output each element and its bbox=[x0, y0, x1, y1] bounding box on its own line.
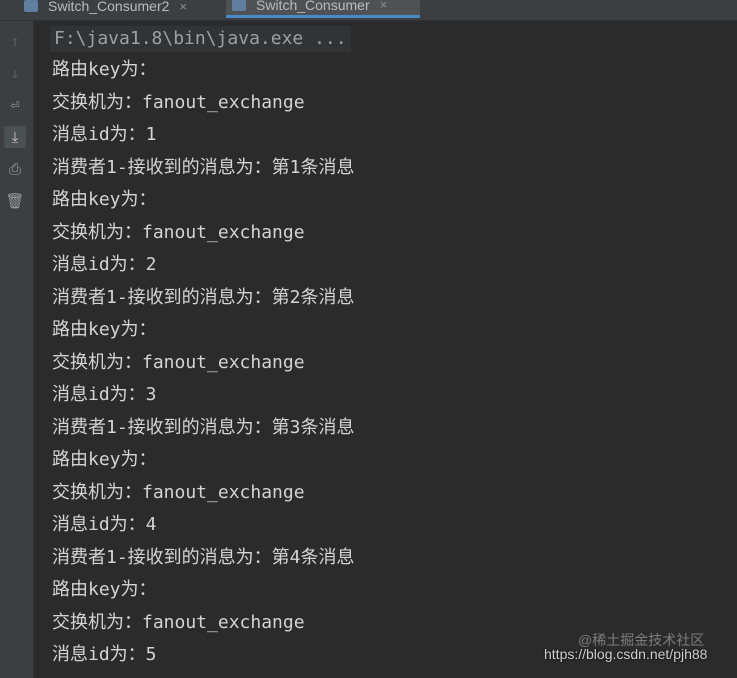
close-icon[interactable]: × bbox=[179, 0, 187, 14]
up-arrow-icon[interactable]: ↑ bbox=[4, 30, 26, 52]
console-output[interactable]: F:\java1.8\bin\java.exe ... 路由key为： 交换机为… bbox=[34, 21, 737, 678]
console-line: 消息id为：5 bbox=[52, 644, 157, 665]
console-line: 消费者1-接收到的消息为：第1条消息 bbox=[52, 157, 355, 178]
print-icon[interactable]: ⎙ bbox=[4, 158, 26, 180]
console-line: 交换机为：fanout_exchange bbox=[52, 482, 305, 503]
console-line: 消息id为：2 bbox=[52, 254, 157, 275]
trash-icon[interactable]: 🗑 bbox=[4, 190, 26, 212]
tab-label: Switch_Consumer2 bbox=[48, 0, 170, 14]
down-arrow-icon[interactable]: ↓ bbox=[4, 62, 26, 84]
console-line: 路由key为： bbox=[52, 189, 157, 210]
run-config-icon bbox=[232, 0, 246, 11]
console-line: 交换机为：fanout_exchange bbox=[52, 222, 305, 243]
console-line: 路由key为： bbox=[52, 59, 157, 80]
tab-switch-consumer[interactable]: Switch_Consumer × bbox=[226, 0, 420, 18]
console-line: 交换机为：fanout_exchange bbox=[52, 92, 305, 113]
console-line: 消费者1-接收到的消息为：第2条消息 bbox=[52, 287, 355, 308]
run-config-icon bbox=[24, 0, 38, 12]
console-line: 消息id为：3 bbox=[52, 384, 157, 405]
scroll-to-end-icon[interactable]: ⤓ bbox=[4, 126, 26, 148]
console-line: 路由key为： bbox=[52, 579, 157, 600]
watermark-csdn: https://blog.csdn.net/pjh88 bbox=[544, 646, 708, 662]
close-icon[interactable]: × bbox=[380, 0, 388, 12]
editor-tab-bar: Switch_Consumer2 × Switch_Consumer × bbox=[0, 0, 737, 21]
console-line: 消息id为：1 bbox=[52, 124, 157, 145]
command-line: F:\java1.8\bin\java.exe ... bbox=[50, 26, 351, 52]
console-line: 消费者1-接收到的消息为：第4条消息 bbox=[52, 547, 355, 568]
soft-wrap-icon[interactable]: ⏎ bbox=[4, 94, 26, 116]
console-line: 消息id为：4 bbox=[52, 514, 157, 535]
tab-switch-consumer2[interactable]: Switch_Consumer2 × bbox=[18, 0, 218, 18]
console-line: 路由key为： bbox=[52, 449, 157, 470]
console-line: 消费者1-接收到的消息为：第3条消息 bbox=[52, 417, 355, 438]
console-line: 交换机为：fanout_exchange bbox=[52, 612, 305, 633]
tab-label: Switch_Consumer bbox=[256, 0, 370, 13]
console-line: 路由key为： bbox=[52, 319, 157, 340]
console-line: 交换机为：fanout_exchange bbox=[52, 352, 305, 373]
console-toolbar: ↑ ↓ ⏎ ⤓ ⎙ 🗑 bbox=[0, 21, 34, 678]
